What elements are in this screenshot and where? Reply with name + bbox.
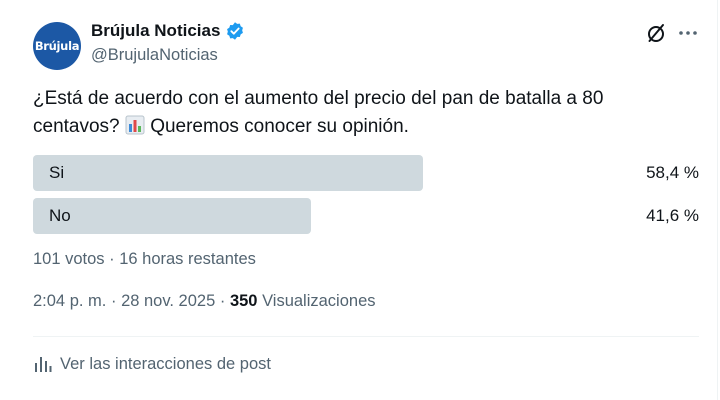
poll-option-percent: 58,4 % <box>646 163 699 182</box>
poll-option-percent: 41,6 % <box>646 206 699 225</box>
poll: Si 58,4 % No 41,6 % <box>33 155 699 241</box>
views-label: Visualizaciones <box>262 292 376 310</box>
grok-icon[interactable] <box>646 23 666 43</box>
poll-option-label: Si <box>49 163 65 182</box>
views-count: 350 <box>229 292 258 310</box>
poll-summary: 101 votos · 16 horas restantes <box>33 250 256 268</box>
post-date[interactable]: 28 nov. 2025 <box>121 292 215 310</box>
post-time[interactable]: 2:04 p. m. <box>33 292 106 310</box>
poll-option-si[interactable]: Si 58,4 % <box>33 155 699 191</box>
author-name[interactable]: Brújula Noticias <box>91 21 220 41</box>
poll-option-label: No <box>49 206 71 225</box>
verified-badge-icon[interactable] <box>225 21 245 41</box>
avatar-logo-text: Brújula <box>34 39 80 53</box>
post-interactions-link[interactable]: Ver las interacciones de post <box>33 354 271 374</box>
post-meta: 2:04 p. m. · 28 nov. 2025 · 350 Visualiz… <box>33 292 376 311</box>
poll-bar <box>33 155 423 191</box>
analytics-icon <box>35 357 52 372</box>
author-handle[interactable]: @BrujulaNoticias <box>91 46 218 65</box>
author-name-row: Brújula Noticias <box>91 20 245 42</box>
post-text-tail: Queremos conocer su opinión. <box>150 116 409 137</box>
poll-option-no[interactable]: No 41,6 % <box>33 198 699 234</box>
post-text: ¿Está de acuerdo con el aumento del prec… <box>33 85 683 141</box>
avatar[interactable]: Brújula <box>33 22 81 70</box>
meta-separator: · <box>219 292 226 310</box>
more-icon[interactable] <box>677 22 699 44</box>
bar-chart-emoji <box>125 115 145 135</box>
divider <box>33 336 699 337</box>
interactions-label: Ver las interacciones de post <box>60 354 271 373</box>
right-border <box>717 0 718 400</box>
meta-separator: · <box>110 292 117 310</box>
poll-bar <box>33 198 311 234</box>
